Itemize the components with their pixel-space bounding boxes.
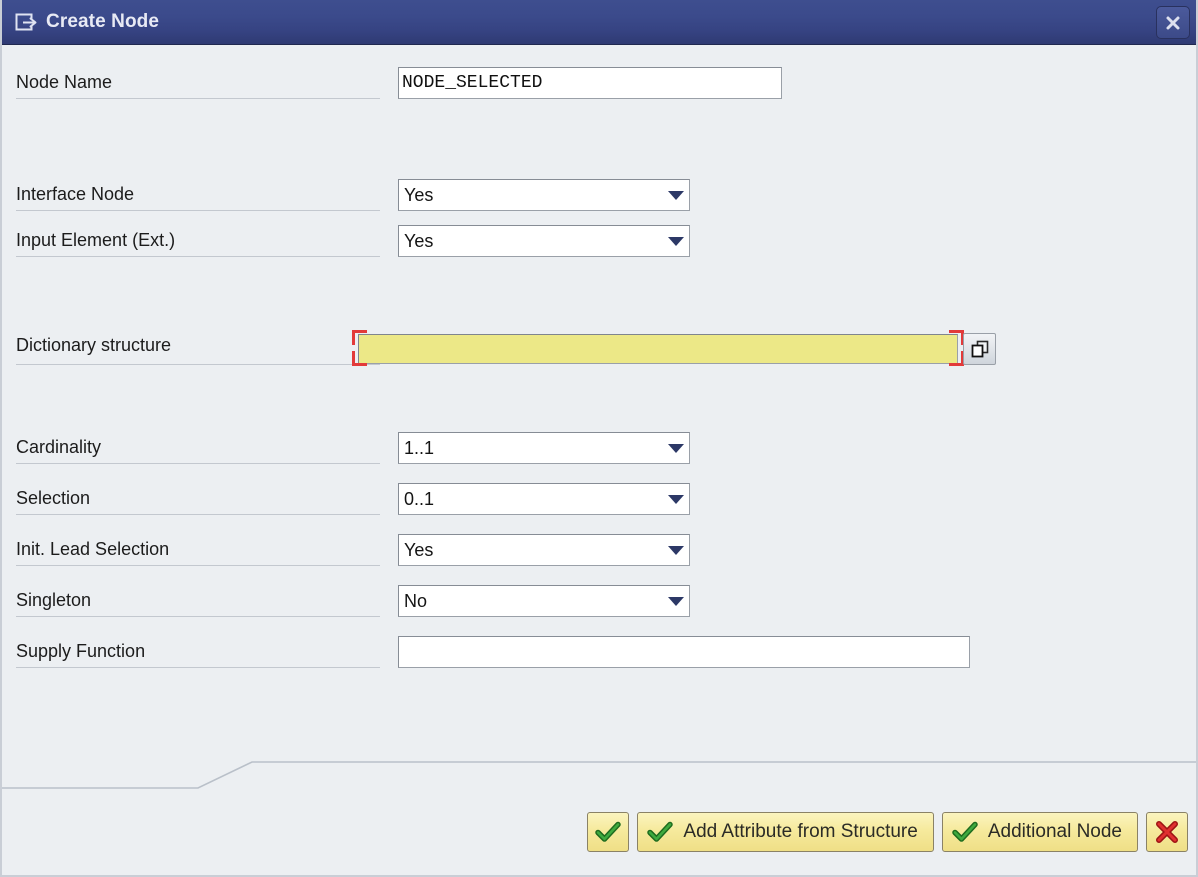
confirm-button[interactable] [587,812,630,852]
init-lead-selection-value: Yes [404,540,434,560]
field-row-input-element-ext: Input Element (Ext.) Yes [2,225,1196,257]
additional-node-label: Additional Node [987,821,1122,842]
input-element-ext-dropdown[interactable]: Yes [398,225,690,257]
add-attribute-from-structure-label: Add Attribute from Structure [683,821,918,842]
field-row-singleton: Singleton No [2,585,1196,617]
focus-corner-marker [949,330,964,345]
field-row-selection: Selection 0..1 [2,483,1196,515]
label-cardinality: Cardinality [16,437,102,457]
label-dictionary-structure: Dictionary structure [16,335,172,355]
cancel-button[interactable] [1146,812,1188,852]
green-check-icon [647,821,674,842]
chevron-down-icon [663,443,689,453]
label-init-lead-selection: Init. Lead Selection [16,539,170,559]
focus-corner-marker [352,330,367,345]
chevron-down-icon [663,236,689,246]
value-help-icon[interactable] [963,333,996,365]
cardinality-value: 1..1 [404,438,435,458]
label-input-element-ext: Input Element (Ext.) [16,230,176,250]
create-node-icon [15,13,37,31]
selection-dropdown[interactable]: 0..1 [398,483,690,515]
field-row-init-lead-selection: Init. Lead Selection Yes [2,534,1196,566]
dictionary-structure-input[interactable] [358,334,958,364]
chevron-down-icon [663,190,689,200]
chevron-down-icon [663,545,689,555]
supply-function-input[interactable] [398,636,970,668]
chevron-down-icon [663,596,689,606]
green-check-icon [595,821,622,842]
field-row-supply-function: Supply Function [2,636,1196,668]
field-row-dictionary-structure: Dictionary structure [2,330,1196,370]
close-icon[interactable] [1156,6,1190,39]
field-row-interface-node: Interface Node Yes [2,179,1196,211]
green-check-icon [952,821,978,842]
label-singleton: Singleton [16,590,92,610]
create-node-dialog: Create Node Node Name NODE_SELECTED Inte… [0,0,1198,877]
field-row-cardinality: Cardinality 1..1 [2,432,1196,464]
cardinality-dropdown[interactable]: 1..1 [398,432,690,464]
red-cross-icon [1156,821,1178,843]
chevron-down-icon [663,494,689,504]
label-interface-node: Interface Node [16,184,135,204]
label-node-name: Node Name [16,72,113,92]
focus-corner-marker [949,351,964,366]
footer-separator [2,761,1196,789]
field-row-node-name: Node Name NODE_SELECTED [2,67,1196,99]
dialog-title: Create Node [46,11,160,32]
selection-value: 0..1 [404,489,435,509]
input-element-ext-value: Yes [404,231,434,251]
interface-node-dropdown[interactable]: Yes [398,179,690,211]
interface-node-value: Yes [404,185,434,205]
node-name-input[interactable]: NODE_SELECTED [398,67,782,99]
dialog-button-bar: Add Attribute from Structure Additional … [2,812,1196,862]
init-lead-selection-dropdown[interactable]: Yes [398,534,690,566]
singleton-dropdown[interactable]: No [398,585,690,617]
label-selection: Selection [16,488,91,508]
singleton-value: No [404,591,428,611]
dialog-titlebar: Create Node [2,0,1196,45]
focus-corner-marker [352,351,367,366]
dictionary-structure-wrapper [352,330,964,366]
add-attribute-from-structure-button[interactable]: Add Attribute from Structure [637,812,934,852]
label-supply-function: Supply Function [16,641,146,661]
additional-node-button[interactable]: Additional Node [941,812,1138,852]
